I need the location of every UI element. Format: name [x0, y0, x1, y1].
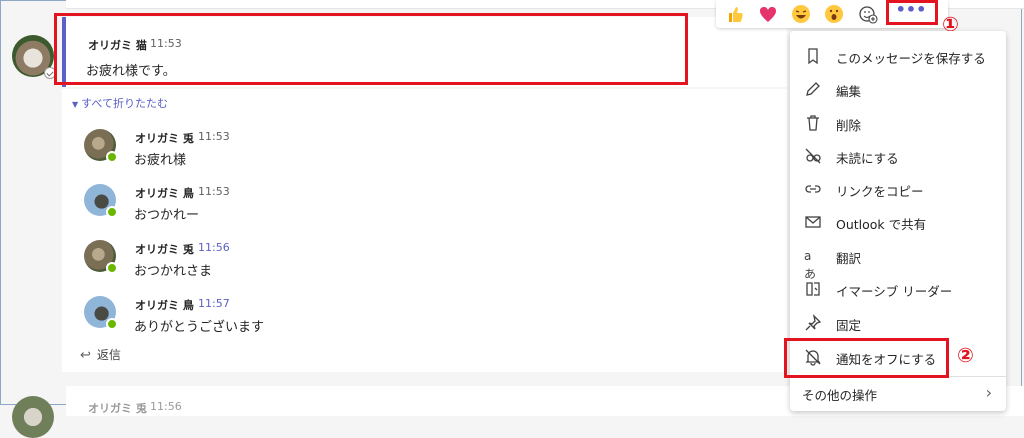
reply-author: オリガミ 鳥	[135, 299, 194, 312]
annotation-box-more	[886, 0, 938, 25]
reply-item[interactable]: オリガミ 鳥 11:53 おつかれー	[84, 184, 684, 224]
laugh-icon[interactable]	[790, 3, 812, 25]
annotation-box-mute	[784, 338, 949, 378]
reply-time: 11:56	[198, 241, 230, 254]
reply-item[interactable]: オリガミ 兎 11:56 おつかれさま	[84, 240, 684, 280]
collapse-all-link[interactable]: ▼ すべて折りたたむ	[72, 95, 168, 111]
reply-author: オリガミ 鳥	[135, 187, 194, 200]
reply-arrow-icon: ↩	[80, 348, 91, 363]
collapse-all-label: すべて折りたたむ	[81, 97, 168, 110]
link-icon	[804, 180, 822, 198]
menu-item-delete[interactable]: 削除	[790, 107, 1006, 139]
menu-item-label: このメッセージを保存する	[836, 51, 986, 66]
menu-item-mark-unread[interactable]: 未読にする	[790, 140, 1006, 172]
menu-item-more-actions[interactable]: その他の操作 ›	[790, 376, 1006, 409]
reply-item[interactable]: オリガミ 鳥 11:57 ありがとうございます	[84, 296, 684, 336]
menu-item-label: 固定	[836, 318, 862, 333]
menu-item-save[interactable]: このメッセージを保存する	[790, 40, 1006, 72]
presence-available-icon	[106, 151, 118, 163]
menu-item-share-outlook[interactable]: Outlook で共有	[790, 206, 1006, 238]
presence-available-icon	[106, 262, 118, 274]
message-author: オリガミ 兎	[88, 402, 147, 415]
trash-icon	[804, 114, 822, 132]
menu-item-label: Outlook で共有	[836, 217, 927, 232]
menu-item-label: 翻訳	[836, 251, 862, 266]
menu-item-label: リンクをコピー	[836, 184, 924, 199]
reply-text: おつかれさま	[134, 264, 213, 279]
menu-item-immersive-reader[interactable]: イマーシブ リーダー	[790, 273, 1006, 305]
menu-item-label: その他の操作	[802, 388, 878, 403]
surprised-icon[interactable]	[823, 3, 845, 25]
menu-item-copy-link[interactable]: リンクをコピー	[790, 173, 1006, 205]
pin-icon	[804, 314, 822, 332]
reply-text: ありがとうございます	[134, 320, 265, 335]
menu-item-label: 削除	[836, 118, 862, 133]
reply-time: 11:57	[198, 297, 230, 310]
reply-text: お疲れ様	[134, 153, 187, 168]
annotation-step-2: ②	[957, 343, 974, 367]
reply-author: オリガミ 兎	[135, 243, 194, 256]
presence-available-icon	[106, 206, 118, 218]
reply-time: 11:53	[198, 130, 230, 143]
chevron-down-icon: ▼	[72, 100, 79, 109]
add-reaction-icon[interactable]	[857, 3, 879, 25]
avatar[interactable]	[12, 35, 56, 79]
menu-item-label: イマーシブ リーダー	[836, 284, 953, 299]
bookmark-icon	[804, 47, 822, 65]
menu-item-edit[interactable]: 編集	[790, 73, 1006, 105]
reply-button[interactable]: ↩ 返信	[80, 346, 121, 363]
chevron-right-icon: ›	[985, 383, 992, 402]
translate-icon: aあ	[804, 249, 817, 281]
avatar[interactable]	[12, 396, 54, 438]
menu-item-label: 編集	[836, 84, 862, 99]
reply-item[interactable]: オリガミ 兎 11:53 お疲れ様	[84, 129, 684, 169]
menu-item-translate[interactable]: aあ 翻訳	[790, 240, 1006, 281]
eye-off-icon	[804, 147, 822, 165]
menu-item-label: 未読にする	[836, 151, 899, 166]
presence-available-icon	[106, 318, 118, 330]
annotation-box-message	[54, 13, 688, 85]
menu-item-pin[interactable]: 固定	[790, 307, 1006, 339]
reply-label: 返信	[96, 348, 121, 362]
immersive-reader-icon	[804, 280, 822, 298]
thumbs-up-icon[interactable]	[724, 3, 746, 25]
reply-author: オリガミ 兎	[135, 132, 194, 145]
pencil-icon	[804, 80, 822, 98]
reply-time: 11:53	[198, 185, 230, 198]
reply-text: おつかれー	[134, 208, 200, 223]
heart-icon[interactable]	[757, 3, 779, 25]
mail-icon	[804, 213, 822, 231]
